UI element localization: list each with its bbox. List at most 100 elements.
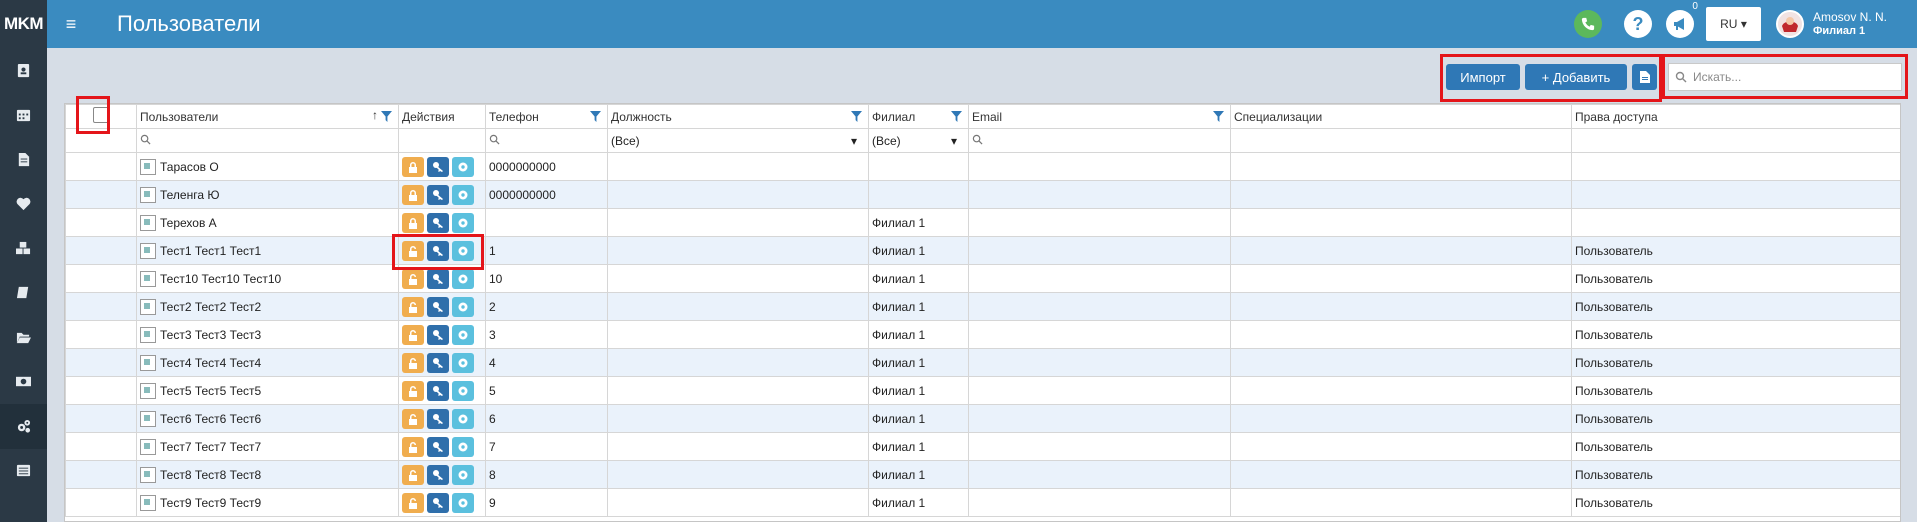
- table-row[interactable]: Тест4 Тест4 Тест4 4 Филиал 1 Пользователь: [65, 348, 1900, 377]
- filter-icon[interactable]: [851, 111, 862, 122]
- unlock-button[interactable]: [402, 408, 424, 429]
- language-select[interactable]: RU ▾: [1705, 7, 1761, 41]
- sidebar-item-list[interactable]: [0, 449, 47, 494]
- sidebar-item-finance[interactable]: [0, 360, 47, 405]
- export-document-button[interactable]: [1632, 64, 1657, 90]
- settings-button[interactable]: [452, 212, 474, 233]
- lock-button[interactable]: [402, 212, 424, 233]
- table-row[interactable]: Тест1 Тест1 Тест1 1 Филиал 1 Пользователь: [65, 236, 1900, 265]
- sidebar-item-health[interactable]: [0, 182, 47, 227]
- filter-users[interactable]: [136, 128, 399, 153]
- table-row[interactable]: Тарасов О 0000000000: [65, 152, 1900, 181]
- row-select-cell[interactable]: [65, 264, 137, 293]
- row-select-cell[interactable]: [65, 208, 137, 237]
- menu-icon[interactable]: ≡: [51, 0, 91, 48]
- table-row[interactable]: Тест10 Тест10 Тест10 10 Филиал 1 Пользовате…: [65, 264, 1900, 293]
- user-cell[interactable]: Тест1 Тест1 Тест1: [136, 236, 399, 265]
- password-button[interactable]: [427, 212, 449, 233]
- table-row[interactable]: Тест7 Тест7 Тест7 7 Филиал 1 Пользователь: [65, 432, 1900, 461]
- sidebar-item-cubes[interactable]: [0, 226, 47, 271]
- user-cell[interactable]: Тест3 Тест3 Тест3: [136, 320, 399, 349]
- column-header-email[interactable]: Email: [968, 104, 1231, 129]
- sidebar-item-folder[interactable]: [0, 315, 47, 360]
- row-select-cell[interactable]: [65, 404, 137, 433]
- column-header-specializations[interactable]: Специализации: [1230, 104, 1572, 129]
- avatar[interactable]: [1775, 10, 1804, 38]
- user-cell[interactable]: Тест6 Тест6 Тест6: [136, 404, 399, 433]
- column-header-phone[interactable]: Телефон: [485, 104, 608, 129]
- settings-button[interactable]: [452, 184, 474, 205]
- password-button[interactable]: [427, 380, 449, 401]
- settings-button[interactable]: [452, 324, 474, 345]
- sidebar-item-book[interactable]: [0, 271, 47, 316]
- password-button[interactable]: [427, 268, 449, 289]
- user-cell[interactable]: Терехов А: [136, 208, 399, 237]
- table-row[interactable]: Тест6 Тест6 Тест6 6 Филиал 1 Пользователь: [65, 404, 1900, 433]
- filter-icon[interactable]: [381, 111, 392, 122]
- filter-icon[interactable]: [951, 111, 962, 122]
- notifications-button[interactable]: 0: [1665, 1, 1698, 38]
- password-button[interactable]: [427, 296, 449, 317]
- search-input[interactable]: [1693, 70, 1893, 84]
- password-button[interactable]: [427, 184, 449, 205]
- user-cell[interactable]: Тест7 Тест7 Тест7: [136, 432, 399, 461]
- row-select-cell[interactable]: [65, 460, 137, 489]
- help-button[interactable]: ?: [1623, 10, 1652, 38]
- settings-button[interactable]: [452, 156, 474, 177]
- row-select-cell[interactable]: [65, 488, 137, 517]
- settings-button[interactable]: [452, 352, 474, 373]
- password-button[interactable]: [427, 464, 449, 485]
- user-cell[interactable]: Тест8 Тест8 Тест8: [136, 460, 399, 489]
- unlock-button[interactable]: [402, 268, 424, 289]
- password-button[interactable]: [427, 436, 449, 457]
- settings-button[interactable]: [452, 492, 474, 513]
- row-select-cell[interactable]: [65, 292, 137, 321]
- row-select-cell[interactable]: [65, 152, 137, 181]
- add-button[interactable]: + Добавить: [1525, 64, 1627, 90]
- password-button[interactable]: [427, 352, 449, 373]
- row-select-cell[interactable]: [65, 376, 137, 405]
- column-header-branch[interactable]: Филиал: [868, 104, 969, 129]
- filter-position-select[interactable]: (Все) ▾: [607, 128, 869, 153]
- user-cell[interactable]: Тест9 Тест9 Тест9: [136, 488, 399, 517]
- password-button[interactable]: [427, 408, 449, 429]
- settings-button[interactable]: [452, 408, 474, 429]
- unlock-button[interactable]: [402, 436, 424, 457]
- row-select-cell[interactable]: [65, 236, 137, 265]
- user-cell[interactable]: Тест5 Тест5 Тест5: [136, 376, 399, 405]
- phone-button[interactable]: [1573, 10, 1602, 38]
- password-button[interactable]: [427, 324, 449, 345]
- row-select-cell[interactable]: [65, 320, 137, 349]
- user-cell[interactable]: Теленга Ю: [136, 180, 399, 209]
- sidebar-item-documents[interactable]: [0, 137, 47, 182]
- filter-icon[interactable]: [1213, 111, 1224, 122]
- table-row[interactable]: Тест2 Тест2 Тест2 2 Филиал 1 Пользователь: [65, 292, 1900, 321]
- brand-logo[interactable]: MKM: [0, 0, 47, 48]
- table-row[interactable]: Теленга Ю 0000000000: [65, 180, 1900, 209]
- settings-button[interactable]: [452, 380, 474, 401]
- unlock-button[interactable]: [402, 324, 424, 345]
- table-row[interactable]: Тест5 Тест5 Тест5 5 Филиал 1 Пользователь: [65, 376, 1900, 405]
- unlock-button[interactable]: [402, 492, 424, 513]
- column-header-access[interactable]: Права доступа: [1571, 104, 1900, 129]
- user-info[interactable]: Amosov N. N. Филиал 1: [1813, 10, 1887, 38]
- column-header-position[interactable]: Должность: [607, 104, 869, 129]
- row-select-cell[interactable]: [65, 432, 137, 461]
- filter-email[interactable]: [968, 128, 1231, 153]
- password-button[interactable]: [427, 156, 449, 177]
- settings-button[interactable]: [452, 268, 474, 289]
- unlock-button[interactable]: [402, 352, 424, 373]
- sidebar-item-calendar[interactable]: [0, 93, 47, 138]
- settings-button[interactable]: [452, 296, 474, 317]
- table-row[interactable]: Терехов А Филиал 1: [65, 208, 1900, 237]
- user-cell[interactable]: Тест2 Тест2 Тест2: [136, 292, 399, 321]
- user-cell[interactable]: Тест10 Тест10 Тест10: [136, 264, 399, 293]
- settings-button[interactable]: [452, 464, 474, 485]
- unlock-button[interactable]: [402, 296, 424, 317]
- settings-button[interactable]: [452, 436, 474, 457]
- user-cell[interactable]: Тест4 Тест4 Тест4: [136, 348, 399, 377]
- search-box[interactable]: [1668, 63, 1902, 91]
- sidebar-item-settings[interactable]: [0, 404, 47, 449]
- column-header-actions[interactable]: Действия: [398, 104, 486, 129]
- filter-branch-select[interactable]: (Все) ▾: [868, 128, 969, 153]
